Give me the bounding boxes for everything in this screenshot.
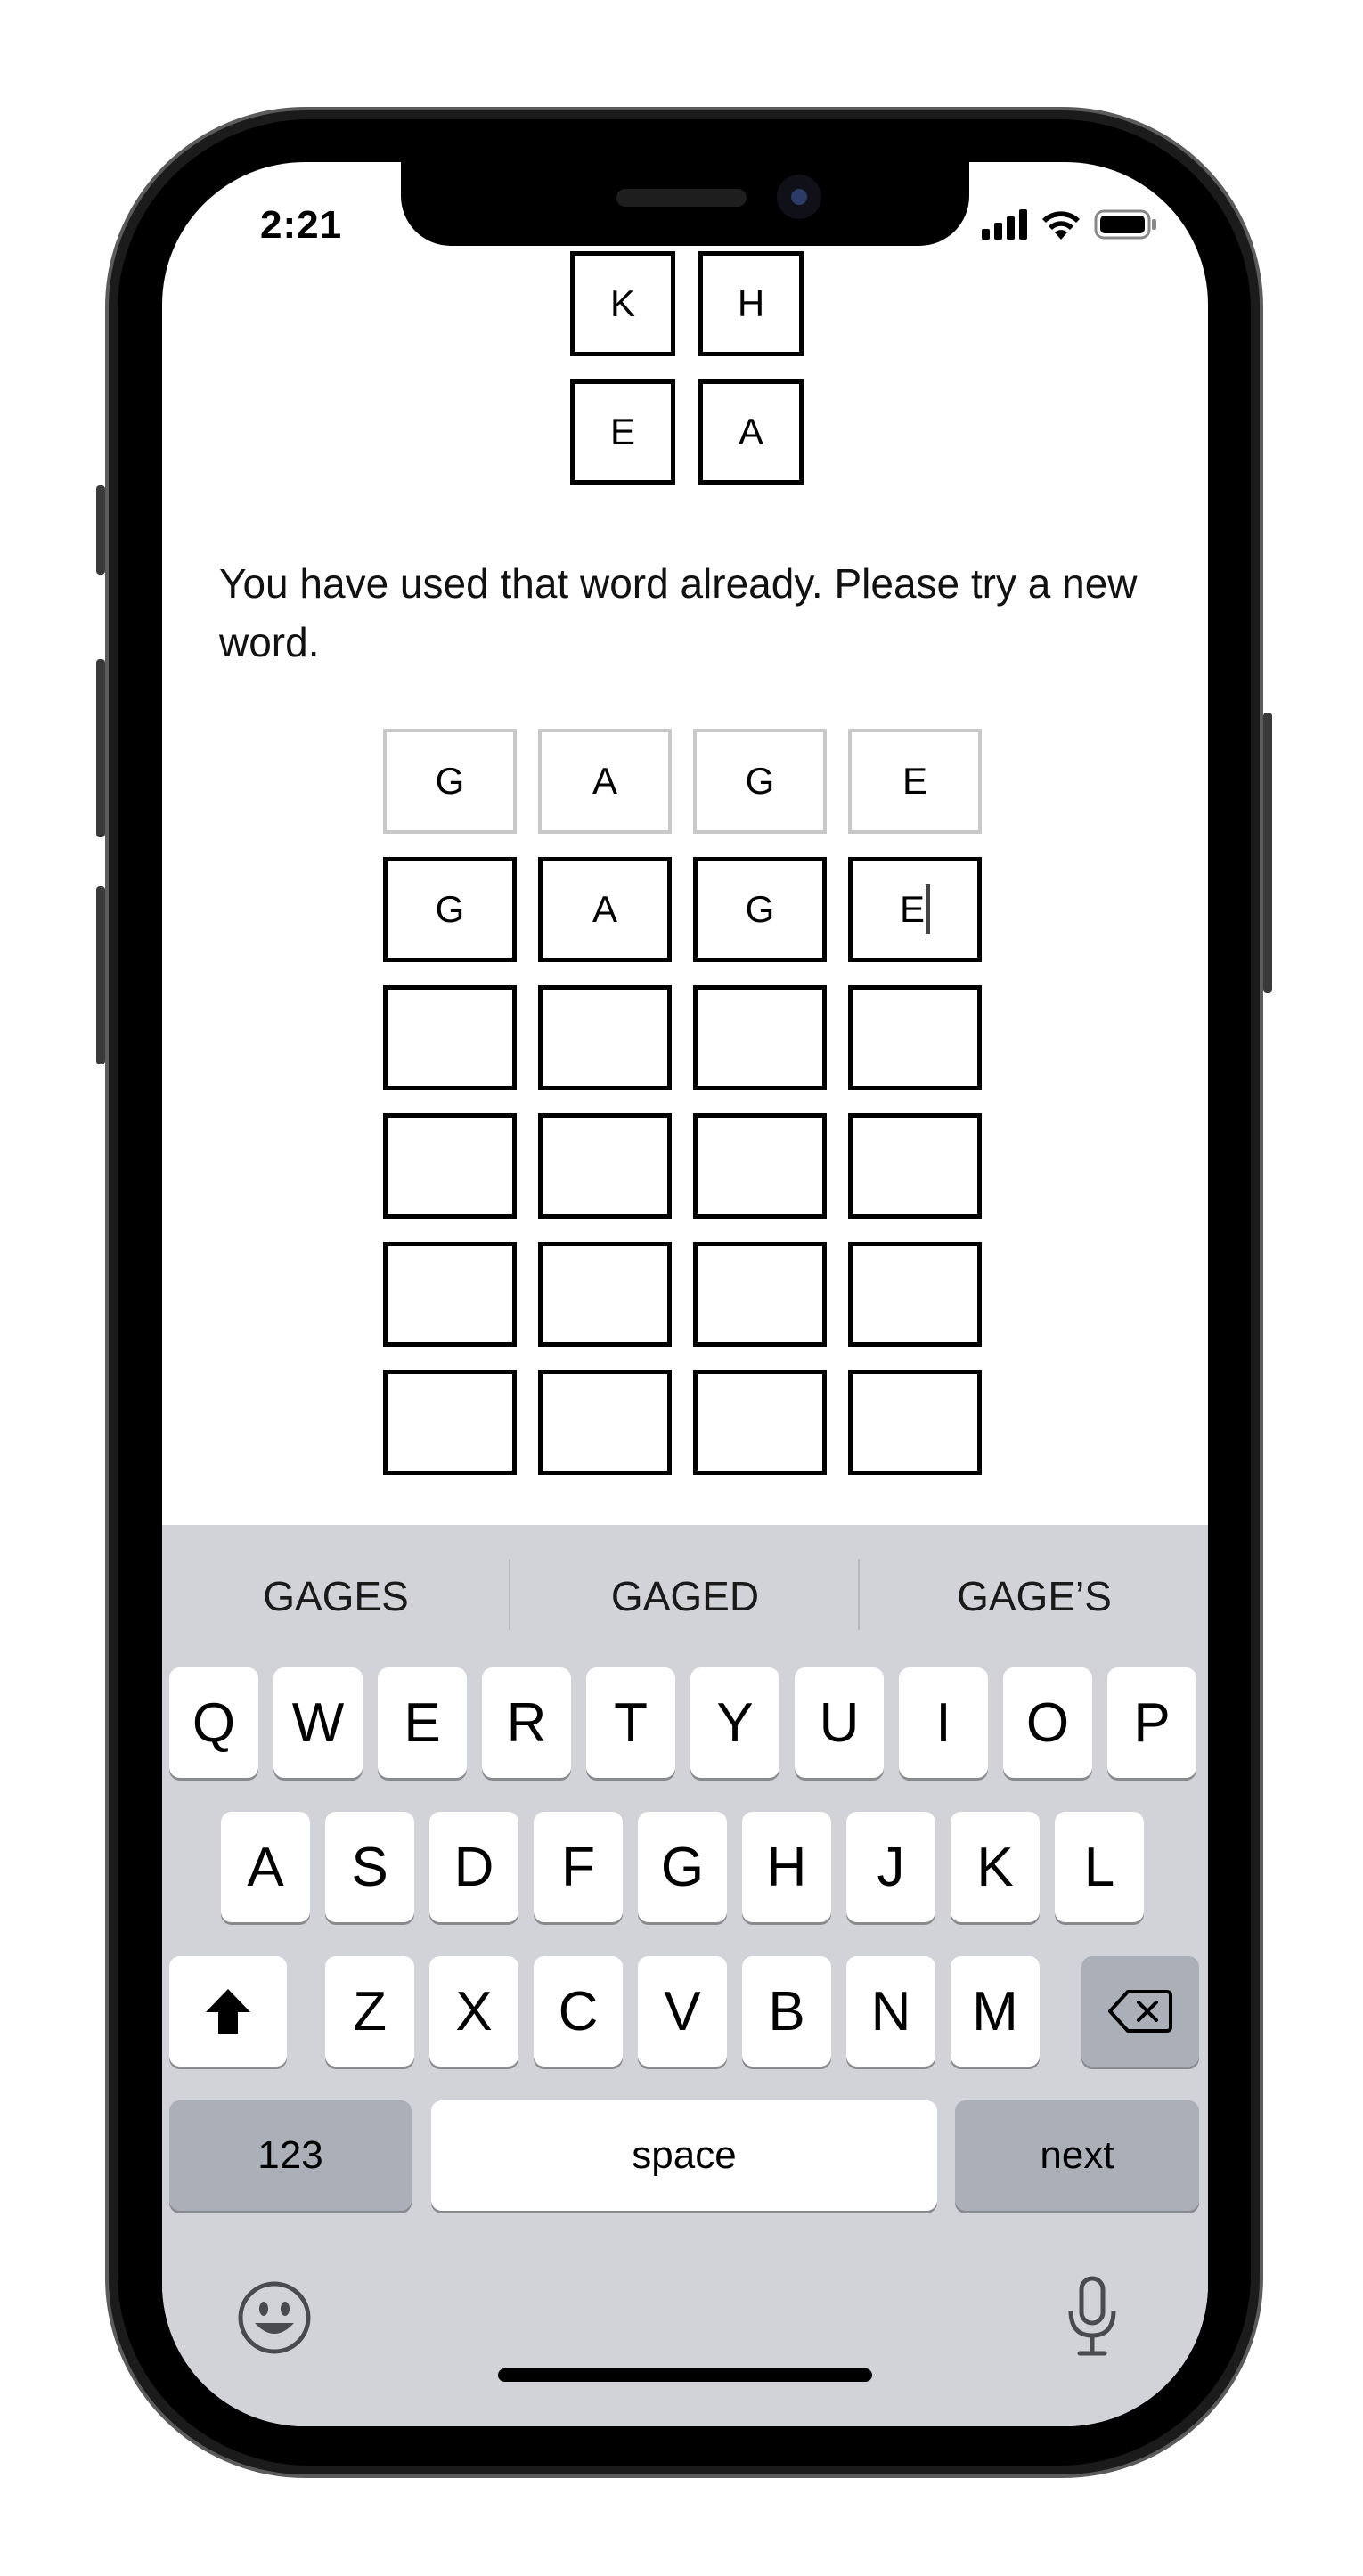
previous-guess-cell: G xyxy=(383,729,517,834)
numbers-key[interactable]: 123 xyxy=(169,2100,412,2211)
suggestion-3[interactable]: GAGE’S xyxy=(861,1525,1208,1667)
front-camera xyxy=(777,175,821,219)
empty-cell[interactable] xyxy=(383,1370,517,1475)
key-j[interactable]: J xyxy=(846,1812,935,1922)
status-icons xyxy=(982,208,1158,240)
delete-icon xyxy=(1108,1990,1172,2033)
empty-cell[interactable] xyxy=(538,1113,672,1219)
shift-icon xyxy=(206,1989,250,2034)
letter-tile[interactable]: H xyxy=(698,251,804,356)
key-s[interactable]: S xyxy=(325,1812,414,1922)
emoji-icon[interactable] xyxy=(237,2280,312,2355)
empty-cell[interactable] xyxy=(538,1242,672,1347)
empty-cell[interactable] xyxy=(848,1113,982,1219)
guess-input-cell[interactable]: G xyxy=(693,857,827,962)
space-key[interactable]: space xyxy=(431,2100,937,2211)
guess-input-cell[interactable]: A xyxy=(538,857,672,962)
text-caret xyxy=(926,884,930,934)
home-indicator[interactable] xyxy=(498,2368,872,2382)
suggestion-divider xyxy=(858,1559,860,1630)
guess-input-cell[interactable]: G xyxy=(383,857,517,962)
suggestion-2[interactable]: GAGED xyxy=(511,1525,859,1667)
empty-cell[interactable] xyxy=(848,1370,982,1475)
key-o[interactable]: O xyxy=(1003,1667,1092,1778)
key-v[interactable]: V xyxy=(638,1956,727,2067)
microphone-icon[interactable] xyxy=(1064,2275,1121,2360)
key-f[interactable]: F xyxy=(534,1812,623,1922)
empty-cell[interactable] xyxy=(538,1370,672,1475)
key-i[interactable]: I xyxy=(899,1667,988,1778)
key-c[interactable]: C xyxy=(534,1956,623,2067)
silent-switch xyxy=(96,485,105,575)
key-r[interactable]: R xyxy=(482,1667,571,1778)
letter-tile[interactable]: E xyxy=(570,379,675,485)
letter-tile[interactable]: K xyxy=(570,251,675,356)
empty-cell[interactable] xyxy=(383,985,517,1090)
previous-guess-cell: E xyxy=(848,729,982,834)
key-d[interactable]: D xyxy=(429,1812,518,1922)
key-k[interactable]: K xyxy=(951,1812,1040,1922)
empty-cell[interactable] xyxy=(383,1242,517,1347)
guess-letter: G xyxy=(435,888,465,930)
key-p[interactable]: P xyxy=(1107,1667,1196,1778)
key-l[interactable]: L xyxy=(1055,1812,1144,1922)
key-u[interactable]: U xyxy=(795,1667,884,1778)
key-w[interactable]: W xyxy=(273,1667,363,1778)
key-y[interactable]: Y xyxy=(690,1667,779,1778)
key-m[interactable]: M xyxy=(951,1956,1040,2067)
key-z[interactable]: Z xyxy=(325,1956,414,2067)
earpiece-speaker xyxy=(616,189,747,207)
empty-cell[interactable] xyxy=(383,1113,517,1219)
error-message: You have used that word already. Please … xyxy=(219,560,1138,665)
cellular-signal-icon xyxy=(982,209,1027,240)
empty-cell[interactable] xyxy=(693,1113,827,1219)
guess-letter: G xyxy=(745,888,775,930)
volume-up-button xyxy=(96,659,105,837)
key-b[interactable]: B xyxy=(742,1956,831,2067)
suggestion-divider xyxy=(509,1559,510,1630)
screen: 2:21 K H E A You have used that word alr… xyxy=(162,162,1208,2426)
wifi-icon xyxy=(1042,211,1080,240)
previous-guess-cell: A xyxy=(538,729,672,834)
key-h[interactable]: H xyxy=(742,1812,831,1922)
battery-icon xyxy=(1094,209,1156,240)
empty-cell[interactable] xyxy=(693,1370,827,1475)
key-e[interactable]: E xyxy=(378,1667,467,1778)
notch xyxy=(401,162,969,246)
power-button xyxy=(1263,713,1272,993)
volume-down-button xyxy=(96,886,105,1064)
key-g[interactable]: G xyxy=(638,1812,727,1922)
key-t[interactable]: T xyxy=(586,1667,675,1778)
empty-cell[interactable] xyxy=(693,1242,827,1347)
keyboard: GAGES GAGED GAGE’S Q W E R T Y U I O P A… xyxy=(162,1525,1208,2426)
empty-cell[interactable] xyxy=(693,985,827,1090)
delete-key[interactable] xyxy=(1081,1956,1199,2067)
status-time: 2:21 xyxy=(260,203,343,247)
key-a[interactable]: A xyxy=(221,1812,310,1922)
empty-cell[interactable] xyxy=(848,985,982,1090)
suggestion-1[interactable]: GAGES xyxy=(162,1525,510,1667)
guess-letter: E xyxy=(899,888,925,930)
empty-cell[interactable] xyxy=(538,985,672,1090)
next-key[interactable]: next xyxy=(955,2100,1199,2211)
guess-letter: A xyxy=(592,888,617,930)
guess-input-cell[interactable]: E xyxy=(848,857,982,962)
key-q[interactable]: Q xyxy=(169,1667,258,1778)
letter-tile[interactable]: A xyxy=(698,379,804,485)
shift-key[interactable] xyxy=(169,1956,287,2067)
empty-cell[interactable] xyxy=(848,1242,982,1347)
previous-guess-cell: G xyxy=(693,729,827,834)
key-x[interactable]: X xyxy=(429,1956,518,2067)
key-n[interactable]: N xyxy=(846,1956,935,2067)
